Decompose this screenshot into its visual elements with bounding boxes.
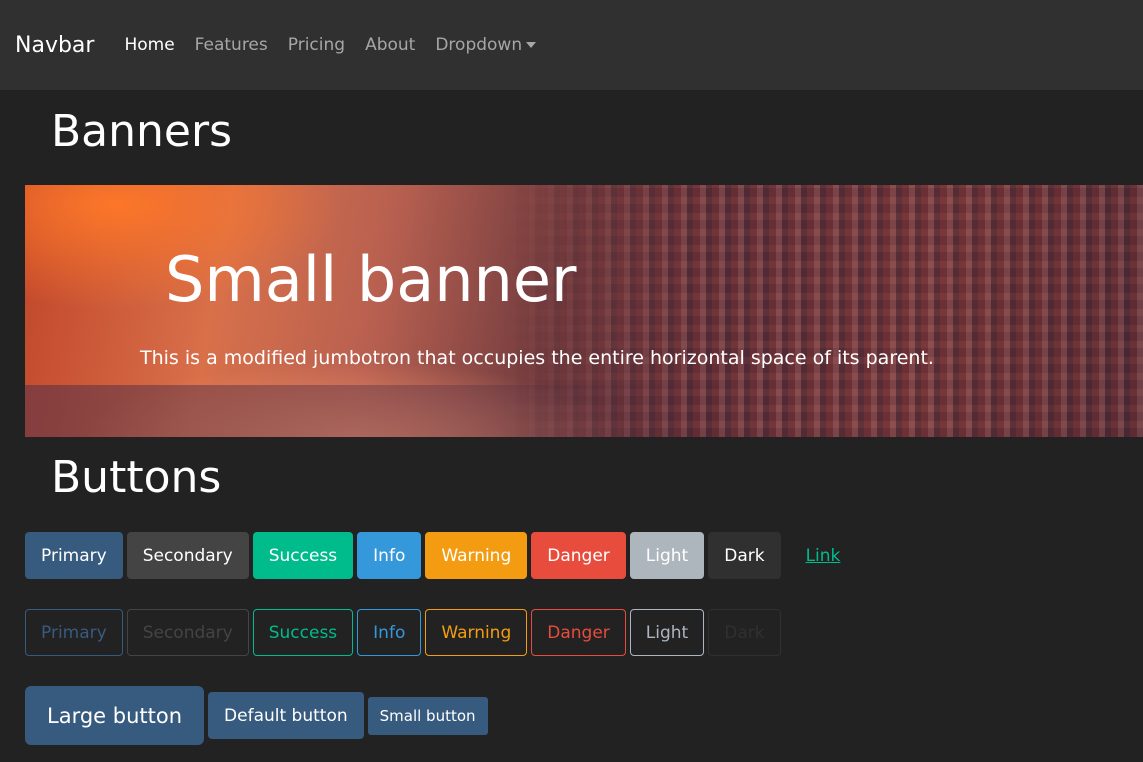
btn-primary[interactable]: Primary xyxy=(25,532,123,579)
btn-outline-secondary[interactable]: Secondary xyxy=(126,609,249,656)
btn-danger[interactable]: Danger xyxy=(531,532,626,579)
banner-title: Small banner xyxy=(165,243,577,316)
banner-background-city xyxy=(503,185,1143,437)
btn-outline-danger[interactable]: Danger xyxy=(531,609,626,656)
btn-link[interactable]: Link xyxy=(785,532,862,579)
btn-dark[interactable]: Dark xyxy=(708,532,781,579)
banners-heading: Banners xyxy=(51,106,233,157)
btn-secondary[interactable]: Secondary xyxy=(126,532,249,579)
solid-buttons-row: Primary Secondary Success Info Warning D… xyxy=(25,532,861,579)
btn-default[interactable]: Default button xyxy=(208,692,364,739)
btn-outline-light[interactable]: Light xyxy=(629,609,705,656)
btn-outline-dark[interactable]: Dark xyxy=(708,609,781,656)
btn-small[interactable]: Small button xyxy=(367,696,488,735)
btn-large[interactable]: Large button xyxy=(25,686,205,745)
navbar: Navbar Home Features Pricing About Dropd… xyxy=(0,0,1143,90)
nav-link-features[interactable]: Features xyxy=(195,35,268,55)
btn-outline-success[interactable]: Success xyxy=(252,609,354,656)
banner-text: This is a modified jumbotron that occupi… xyxy=(140,347,934,369)
navbar-brand[interactable]: Navbar xyxy=(15,33,94,58)
nav-link-about[interactable]: About xyxy=(365,35,415,55)
btn-light[interactable]: Light xyxy=(629,532,705,579)
nav-dropdown-label: Dropdown xyxy=(435,35,523,55)
nav-link-home[interactable]: Home xyxy=(124,35,174,55)
size-buttons-row: Large button Default button Small button xyxy=(25,686,488,745)
btn-outline-info[interactable]: Info xyxy=(357,609,422,656)
btn-outline-warning[interactable]: Warning xyxy=(425,609,528,656)
buttons-heading: Buttons xyxy=(51,452,222,503)
outline-buttons-row: Primary Secondary Success Info Warning D… xyxy=(25,609,781,656)
nav-link-pricing[interactable]: Pricing xyxy=(288,35,345,55)
caret-down-icon xyxy=(526,42,537,48)
btn-success[interactable]: Success xyxy=(252,532,354,579)
banner: Small banner This is a modified jumbotro… xyxy=(25,185,1143,437)
btn-info[interactable]: Info xyxy=(357,532,422,579)
btn-outline-primary[interactable]: Primary xyxy=(25,609,123,656)
btn-warning[interactable]: Warning xyxy=(425,532,528,579)
nav-dropdown[interactable]: Dropdown xyxy=(435,35,537,55)
